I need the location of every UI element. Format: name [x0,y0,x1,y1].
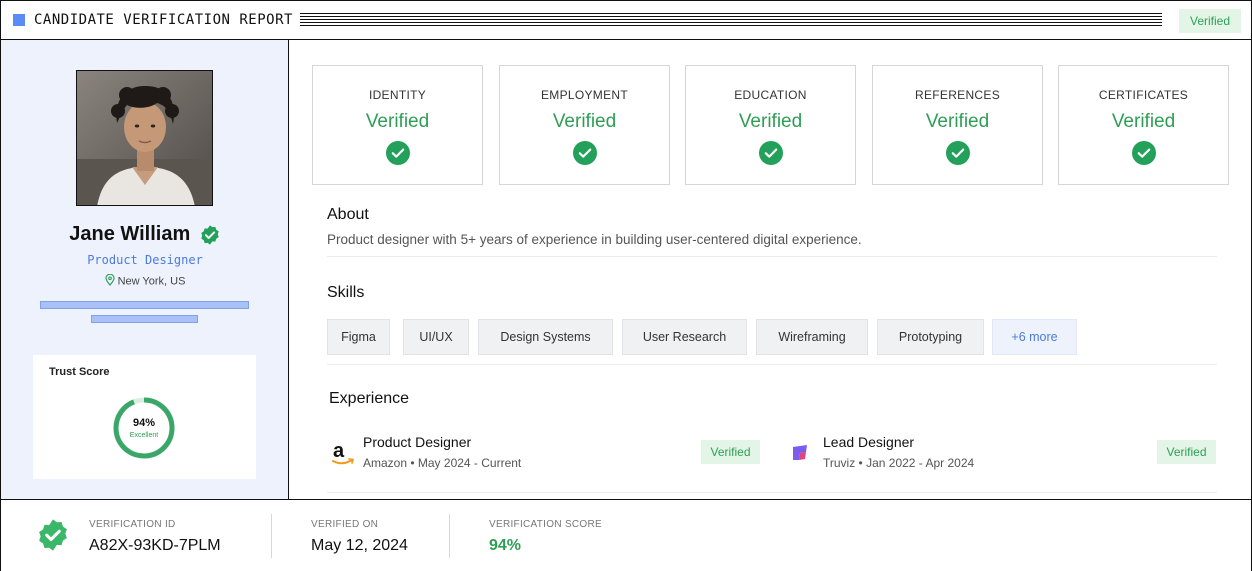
report-frame: CANDIDATE VERIFICATION REPORT Verified J… [0,0,1252,571]
verification-score-value: 94% [489,537,522,554]
skills-more-chip[interactable]: +6 more [992,319,1077,355]
check-status: Verified [1111,111,1176,132]
profile-panel: Jane William Product Designer New York, … [1,40,289,499]
trust-score-percent: 94% [132,417,156,429]
skill-chip[interactable]: UI/UX [403,319,469,355]
profile-photo-image [77,71,212,205]
check-card-references: REFERENCES Verified [872,65,1043,185]
brand-square-icon [13,14,25,26]
footer-separator [449,514,450,558]
skill-chip[interactable]: Prototyping [877,319,984,355]
check-label: IDENTITY [368,88,427,102]
redacted-bar [40,301,249,309]
report-title: CANDIDATE VERIFICATION REPORT [34,12,293,28]
about-text: Product designer with 5+ years of experi… [327,232,862,247]
footer-separator [271,514,272,558]
profile-role: Product Designer [87,253,203,267]
check-circle-icon [1132,141,1156,165]
profile-name-row: Jane William [1,223,289,246]
job-title: Lead Designer [823,434,915,450]
verification-id-label: VERIFICATION ID [89,519,176,530]
check-circle-icon [946,141,970,165]
check-card-certificates: CERTIFICATES Verified [1058,65,1229,185]
verification-footer: VERIFICATION ID A82X-93KD-7PLM VERIFIED … [1,499,1251,571]
check-label: EDUCATION [734,88,807,102]
skill-chip[interactable]: Design Systems [478,319,613,355]
header-status-badge: Verified [1179,9,1241,33]
profile-photo [76,70,213,206]
verified-on-label: VERIFIED ON [311,519,379,530]
verified-seal-icon [36,518,70,557]
check-status: Verified [925,111,990,132]
check-card-employment: EMPLOYMENT Verified [499,65,670,185]
experience-heading: Experience [329,390,410,407]
check-status: Verified [365,111,430,132]
check-label: EMPLOYMENT [540,88,628,102]
profile-location: New York, US [1,273,289,289]
profile-location-text: New York, US [117,275,186,288]
check-label: CERTIFICATES [1098,88,1189,102]
trust-score-label: Trust Score [49,366,110,378]
header-decorative-lines [300,13,1162,28]
job-title: Product Designer [363,434,472,450]
redacted-bar-short [91,315,198,323]
report-main: IDENTITY Verified EMPLOYMENT Verified ED… [290,40,1251,499]
check-circle-icon [759,141,783,165]
profile-name: Jane William [69,223,191,245]
section-divider [327,364,1217,365]
check-circle-icon [573,141,597,165]
skills-heading: Skills [327,284,365,301]
check-circle-icon [386,141,410,165]
truviz-logo-icon [790,443,812,468]
amazon-logo-icon: a [330,439,356,472]
job-subtitle: Amazon • May 2024 - Current [363,456,522,470]
section-divider [327,256,1217,257]
section-divider [327,492,1217,493]
job-subtitle: Truviz • Jan 2022 - Apr 2024 [823,456,975,470]
report-header: CANDIDATE VERIFICATION REPORT Verified [1,1,1251,40]
check-label: REFERENCES [914,88,1000,102]
verification-score-label: VERIFICATION SCORE [489,519,603,530]
svg-text:a: a [333,440,345,462]
verified-badge-icon [199,224,221,246]
check-card-education: EDUCATION Verified [685,65,856,185]
check-card-identity: IDENTITY Verified [312,65,483,185]
job-verified-badge: Verified [701,440,760,464]
location-pin-icon [104,273,115,289]
check-status: Verified [738,111,803,132]
trust-score-rating: Excellent [129,432,159,439]
trust-score-card: Trust Score 94% Excellent [33,355,256,479]
about-heading: About [327,206,369,223]
check-status: Verified [552,111,617,132]
skill-chip[interactable]: User Research [622,319,747,355]
job-verified-badge: Verified [1157,440,1216,464]
verified-on-value: May 12, 2024 [311,537,408,554]
verification-id-value: A82X-93KD-7PLM [89,537,221,554]
skill-chip[interactable]: Figma [327,319,390,355]
skill-chip[interactable]: Wireframing [756,319,868,355]
